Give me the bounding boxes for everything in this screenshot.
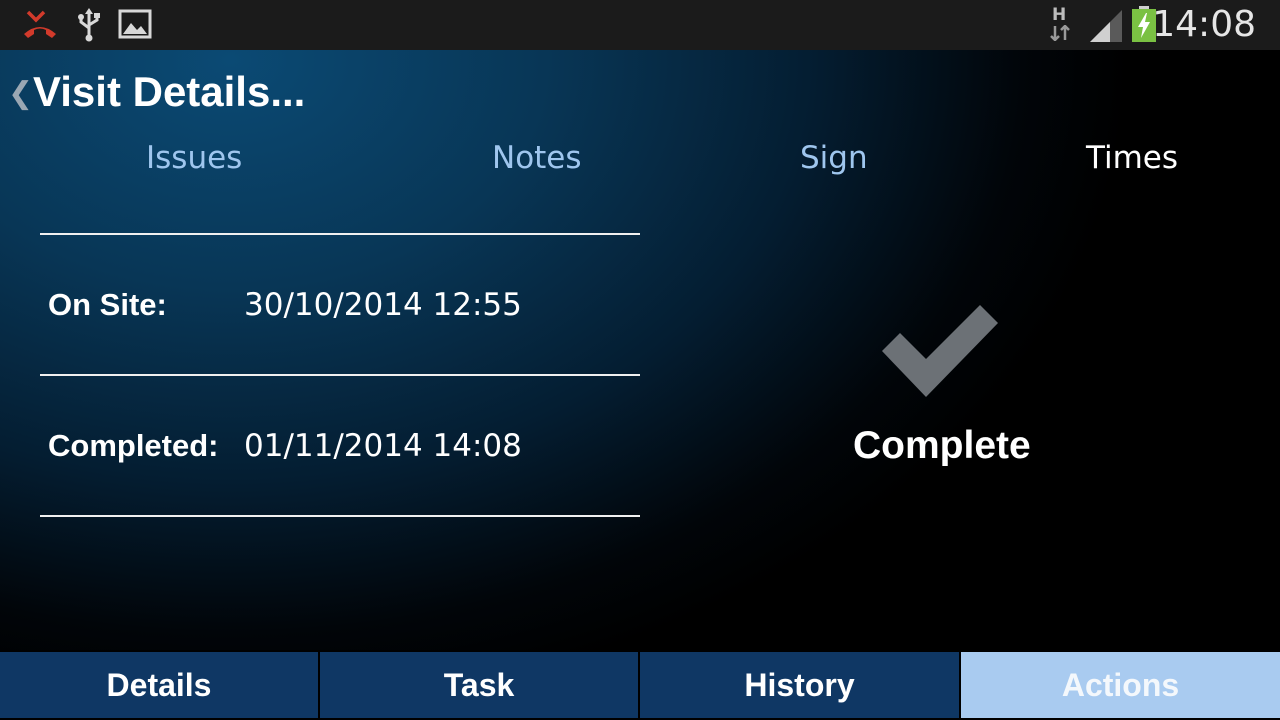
status-bar: H 14:08: [0, 0, 1280, 50]
usb-icon: [78, 8, 100, 42]
checkmark-icon: [882, 305, 998, 397]
signal-icon: [1090, 10, 1122, 42]
main-screen: ❮ Visit Details... Issues Notes Sign Tim…: [0, 50, 1280, 650]
tab-issues[interactable]: Issues: [146, 140, 242, 176]
completed-label: Completed:: [48, 428, 219, 463]
nav-details-button[interactable]: Details: [0, 652, 318, 718]
row-divider: [40, 515, 640, 517]
tab-times[interactable]: Times: [1086, 140, 1178, 176]
tab-notes[interactable]: Notes: [492, 140, 582, 176]
page-title[interactable]: Visit Details...: [33, 68, 305, 116]
nav-actions-button[interactable]: Actions: [961, 652, 1280, 718]
image-icon: [118, 9, 152, 39]
data-activity-icon: [1050, 25, 1070, 41]
network-type-label: H: [1052, 5, 1067, 25]
row-divider: [40, 233, 640, 235]
bottom-nav: Details Task History Actions: [0, 650, 1280, 720]
nav-task-button[interactable]: Task: [320, 652, 638, 718]
clock: 14:08: [1152, 4, 1256, 45]
on-site-value: 30/10/2014 12:55: [244, 287, 522, 323]
chevron-left-icon[interactable]: ❮: [8, 76, 33, 111]
missed-call-icon: [24, 10, 56, 38]
tab-sign[interactable]: Sign: [800, 140, 868, 176]
nav-history-button[interactable]: History: [640, 652, 959, 718]
on-site-label: On Site:: [48, 287, 167, 322]
row-divider: [40, 374, 640, 376]
status-text: Complete: [853, 424, 1031, 467]
completed-value: 01/11/2014 14:08: [244, 428, 522, 464]
